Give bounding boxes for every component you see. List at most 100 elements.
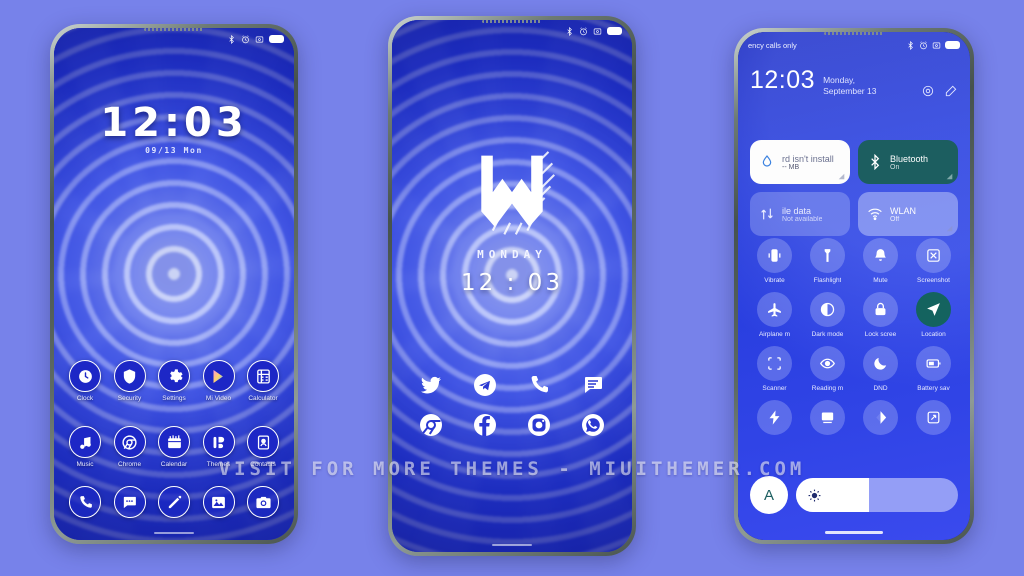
- home-indicator: [825, 531, 883, 534]
- expand-corner-icon[interactable]: [946, 225, 953, 232]
- toggle-sync[interactable]: [854, 400, 907, 439]
- app-mi-video[interactable]: Mi Video: [198, 360, 240, 402]
- bluetooth-icon: [227, 34, 236, 44]
- alarm-icon: [579, 26, 588, 36]
- toggle-dark-mode[interactable]: Dark mode: [801, 292, 854, 338]
- camera-icon: [247, 486, 279, 518]
- app-themes[interactable]: Themes: [198, 426, 240, 468]
- cast-icon: [810, 400, 845, 435]
- app-music[interactable]: Music: [64, 426, 106, 468]
- app-chrome[interactable]: Chrome: [109, 426, 151, 468]
- mobile-data-icon: [758, 206, 775, 223]
- cc-cards: rd isn't install -- MB Bluetooth On ile …: [750, 140, 958, 236]
- shortcut-instagram[interactable]: [526, 412, 552, 438]
- lock-shortcuts-row-1: [418, 372, 606, 398]
- toggle-location[interactable]: Location: [907, 292, 960, 338]
- toggle-airplane-mode[interactable]: Airplane m: [748, 292, 801, 338]
- toggle-label: Battery sav: [917, 385, 950, 392]
- card-subtitle: Not available: [782, 215, 823, 223]
- card-bluetooth[interactable]: Bluetooth On: [858, 140, 958, 184]
- app-calendar[interactable]: Calendar: [153, 426, 195, 468]
- status-bar: ency calls only: [738, 32, 970, 58]
- toggle-scanner[interactable]: Scanner: [748, 346, 801, 392]
- settings-gear-icon[interactable]: [921, 84, 935, 103]
- wifi-icon: [866, 206, 883, 223]
- shortcut-phone[interactable]: [526, 372, 552, 398]
- app-row-2: Music Chrome Calendar Themes Contacts: [64, 426, 284, 468]
- alarm-icon: [241, 34, 250, 44]
- toggle-label: Dark mode: [811, 331, 844, 338]
- card-wlan[interactable]: WLAN Off: [858, 192, 958, 236]
- shortcut-messages[interactable]: [580, 372, 606, 398]
- bluetooth-icon: [866, 154, 883, 171]
- moon-icon: [863, 346, 898, 381]
- dock-gallery[interactable]: [198, 486, 240, 518]
- app-settings[interactable]: Settings: [153, 360, 195, 402]
- battery-icon: [607, 27, 622, 35]
- phone-icon: [69, 486, 101, 518]
- phone-device-home: 12:03 09/13 Mon Clock Security Settings: [50, 24, 298, 544]
- expand-corner-icon[interactable]: [946, 173, 953, 180]
- dock-phone[interactable]: [64, 486, 106, 518]
- app-contacts[interactable]: Contacts: [242, 426, 284, 468]
- flashlight-icon: [810, 238, 845, 273]
- app-label: Calendar: [160, 461, 188, 468]
- toggle-ultra-battery[interactable]: [748, 400, 801, 439]
- toggle-vibrate[interactable]: Vibrate: [748, 238, 801, 284]
- home-clock: 12:03: [100, 100, 248, 146]
- shortcut-telegram[interactable]: [472, 372, 498, 398]
- toggle-mute[interactable]: Mute: [854, 238, 907, 284]
- sd-card-icon: [932, 41, 941, 50]
- music-note-icon: [69, 426, 101, 458]
- shortcut-twitter[interactable]: [418, 372, 444, 398]
- vibrate-icon: [757, 238, 792, 273]
- contrast-icon: [810, 292, 845, 327]
- shortcut-whatsapp[interactable]: [580, 412, 606, 438]
- app-label: Music: [76, 461, 94, 468]
- dock-notes[interactable]: [153, 486, 195, 518]
- calculator-icon: [247, 360, 279, 392]
- mi-video-icon: [202, 360, 235, 392]
- auto-brightness-button[interactable]: A: [750, 476, 788, 514]
- expand-corner-icon[interactable]: [838, 173, 845, 180]
- toggle-cast[interactable]: [801, 400, 854, 439]
- app-label: Themes: [206, 461, 231, 468]
- toggle-label: Reading m: [811, 385, 844, 392]
- shortcut-chrome[interactable]: [418, 412, 444, 438]
- card-mobile-data[interactable]: ile data Not available: [750, 192, 850, 236]
- toggle-flashlight[interactable]: Flashlight: [801, 238, 854, 284]
- dock-messages[interactable]: [109, 486, 151, 518]
- earpiece-speaker: [482, 20, 542, 23]
- app-security[interactable]: Security: [109, 360, 151, 402]
- card-subtitle: Off: [890, 215, 900, 223]
- lock-icon: [863, 292, 898, 327]
- home-indicator: [492, 543, 532, 546]
- image-icon: [202, 486, 235, 518]
- message-bubble-icon: [113, 486, 146, 518]
- toggle-reading-mode[interactable]: Reading m: [801, 346, 854, 392]
- home-date: 09/13 Mon: [145, 146, 203, 155]
- toggle-battery-saver[interactable]: Battery sav: [907, 346, 960, 392]
- brightness-slider[interactable]: [796, 478, 958, 512]
- lock-day: MONDAY: [477, 248, 547, 261]
- app-label: Mi Video: [205, 395, 232, 402]
- phone-device-control-center: ency calls only 12:03 Monday, September …: [734, 28, 974, 544]
- sd-card-icon: [593, 27, 602, 36]
- app-calculator[interactable]: Calculator: [242, 360, 284, 402]
- toggle-auto-rotate[interactable]: [907, 400, 960, 439]
- pencil-icon: [158, 486, 190, 518]
- card-sd-storage[interactable]: rd isn't install -- MB: [750, 140, 850, 184]
- edit-icon[interactable]: [944, 84, 958, 103]
- toggle-dnd[interactable]: DND: [854, 346, 907, 392]
- app-clock[interactable]: Clock: [64, 360, 106, 402]
- shortcut-facebook[interactable]: [472, 412, 498, 438]
- screenshot-icon: [916, 238, 951, 273]
- toggle-screenshot[interactable]: Screenshot: [907, 238, 960, 284]
- dock-camera[interactable]: [242, 486, 284, 518]
- lock-shortcuts-row-2: [418, 412, 606, 438]
- shield-icon: [113, 360, 146, 392]
- card-subtitle: On: [890, 163, 900, 171]
- scanner-icon: [757, 346, 792, 381]
- toggle-label: Mute: [873, 277, 888, 284]
- toggle-lock-screen[interactable]: Lock scree: [854, 292, 907, 338]
